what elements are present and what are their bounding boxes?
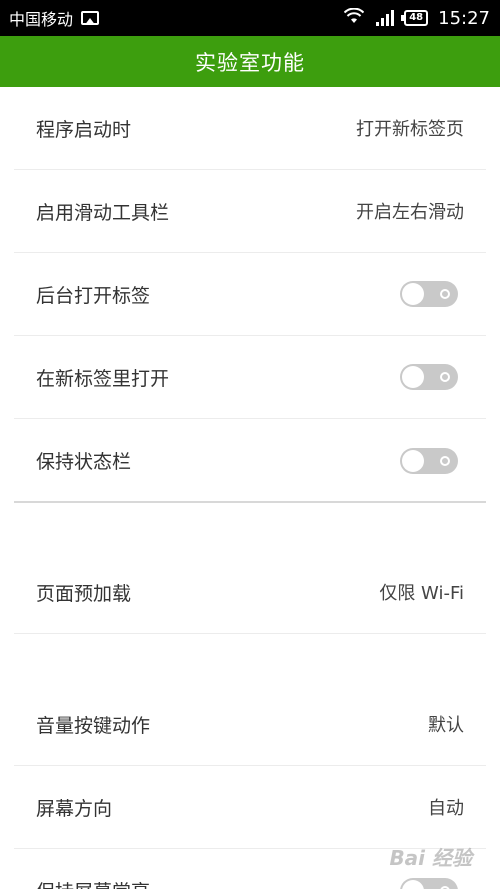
setting-value: 仅限 Wi-Fi: [379, 583, 464, 604]
setting-slide-toolbar[interactable]: 启用滑动工具栏 开启左右滑动: [14, 170, 486, 253]
battery-level: 48: [409, 12, 424, 23]
carrier-name: 中国移动: [9, 10, 74, 29]
status-bar: 中国移动 48 15:27: [0, 0, 500, 36]
setting-volume-keys[interactable]: 音量按键动作 默认: [14, 683, 486, 766]
setting-orientation[interactable]: 屏幕方向 自动: [14, 766, 486, 849]
setting-label: 后台打开标签: [36, 284, 151, 307]
setting-label: 程序启动时: [36, 118, 132, 141]
gallery-notification-icon: [81, 11, 100, 25]
wifi-icon: [343, 7, 365, 28]
setting-label: 在新标签里打开: [36, 367, 170, 390]
page-title: 实验室功能: [195, 50, 305, 75]
battery-icon: 48: [401, 10, 429, 26]
setting-label: 保持状态栏: [36, 451, 132, 473]
open-new-tab-toggle[interactable]: [400, 364, 458, 390]
setting-label: 音量按键动作: [36, 714, 151, 737]
setting-value: 开启左右滑动: [356, 202, 464, 223]
setting-value: 打开新标签页: [356, 119, 464, 140]
setting-label: 页面预加载: [36, 582, 132, 605]
clock: 15:27: [438, 7, 490, 29]
toggle-off-icon: [440, 885, 450, 889]
status-left: 中国移动: [9, 6, 100, 30]
background-tab-toggle[interactable]: [400, 281, 458, 307]
setting-startup[interactable]: 程序启动时 打开新标签页: [14, 87, 486, 170]
toggle-off-icon: [440, 455, 450, 466]
signal-strength-icon: [374, 10, 395, 26]
setting-keep-status-bar: 保持状态栏: [14, 419, 486, 502]
setting-label: 保持屏幕常亮: [14, 877, 150, 889]
status-right: 48 15:27: [343, 7, 490, 29]
toggle-knob: [402, 366, 424, 388]
toggle-knob: [402, 449, 424, 472]
setting-background-tab: 后台打开标签: [14, 253, 486, 336]
watermark: Bai 经验: [389, 846, 472, 870]
toggle-off-icon: [440, 289, 450, 299]
toggle-off-icon: [440, 372, 450, 382]
setting-value: 默认: [428, 715, 464, 736]
keep-screen-on-toggle[interactable]: [400, 877, 458, 889]
section-divider: [14, 501, 486, 503]
toggle-knob: [402, 283, 424, 305]
setting-label: 屏幕方向: [36, 797, 113, 820]
setting-open-new-tab: 在新标签里打开: [14, 336, 486, 419]
keep-status-bar-toggle[interactable]: [400, 447, 458, 474]
app-header: 实验室功能: [0, 36, 500, 87]
toggle-knob: [402, 879, 424, 889]
setting-label: 启用滑动工具栏: [36, 201, 170, 224]
setting-preload[interactable]: 页面预加载 仅限 Wi-Fi: [14, 551, 486, 634]
setting-value: 自动: [428, 798, 464, 819]
